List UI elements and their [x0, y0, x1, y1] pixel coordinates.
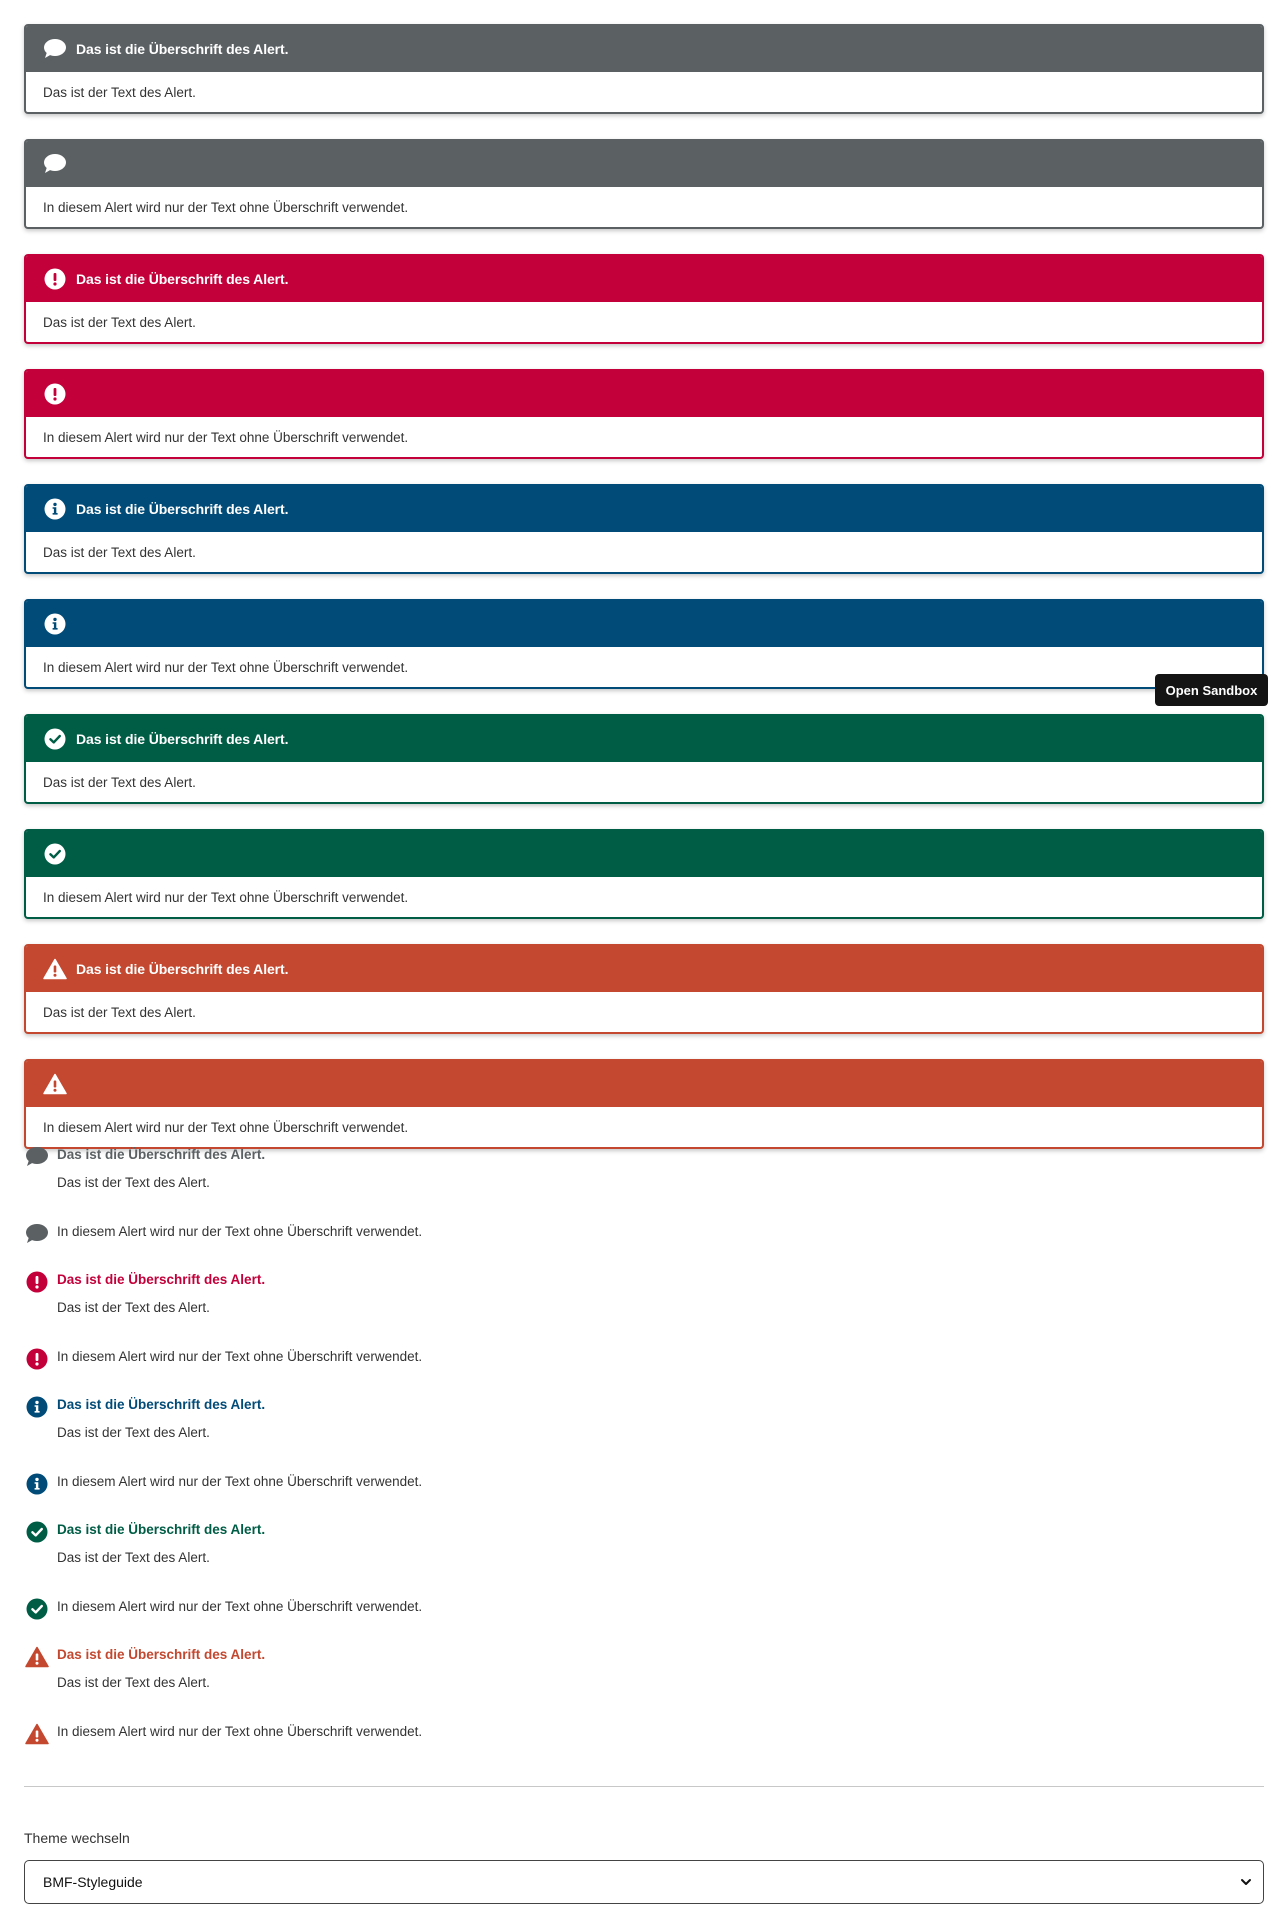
exclamation-circle-icon [42, 381, 68, 407]
warning-triangle-icon [42, 956, 68, 982]
alert-title: Das ist die Überschrift des Alert. [76, 731, 289, 747]
inline-alert-text: Das ist der Text des Alert. [57, 1550, 210, 1565]
alert-info: Das ist die Überschrift des Alert. Das is… [24, 484, 1264, 574]
alert-header: Das ist die Überschrift des Alert. [26, 946, 1262, 992]
info-circle-icon [24, 1471, 50, 1497]
boxed-alert-list: Das ist die Überschrift des Alert. Das is… [24, 24, 1264, 1174]
alert-success: In diesem Alert wird nur der Text ohne Ü… [24, 829, 1264, 919]
alert-neutral: Das ist die Überschrift des Alert. Das is… [24, 24, 1264, 114]
warning-triangle-icon [24, 1721, 50, 1747]
alert-header [26, 601, 1262, 647]
alert-text: In diesem Alert wird nur der Text ohne Ü… [43, 659, 409, 675]
alert-title: Das ist die Überschrift des Alert. [76, 501, 289, 517]
inline-alert-title: Das ist die Überschrift des Alert. [57, 1397, 266, 1412]
inline-alert-text: In diesem Alert wird nur der Text ohne Ü… [57, 1224, 423, 1239]
info-circle-icon [42, 496, 68, 522]
alert-warning: In diesem Alert wird nur der Text ohne Ü… [24, 1059, 1264, 1149]
alert-header [26, 371, 1262, 417]
alert-text: Das ist der Text des Alert. [43, 544, 196, 560]
alert-header [26, 831, 1262, 877]
inline-alert-text: Das ist der Text des Alert. [57, 1675, 210, 1690]
check-circle-icon [24, 1519, 50, 1545]
inline-alert-title: Das ist die Überschrift des Alert. [57, 1647, 266, 1662]
alert-title: Das ist die Überschrift des Alert. [76, 271, 289, 287]
inline-alert-title: Das ist die Überschrift des Alert. [57, 1272, 266, 1287]
exclamation-circle-icon [24, 1346, 50, 1372]
alert-text: Das ist der Text des Alert. [43, 774, 196, 790]
alert-neutral: In diesem Alert wird nur der Text ohne Ü… [24, 139, 1264, 229]
alert-header: Das ist die Überschrift des Alert. [26, 26, 1262, 72]
exclamation-circle-icon [42, 266, 68, 292]
alert-text: In diesem Alert wird nur der Text ohne Ü… [43, 1119, 409, 1135]
inline-alert-text: In diesem Alert wird nur der Text ohne Ü… [57, 1724, 423, 1739]
alert-header: Das ist die Überschrift des Alert. [26, 486, 1262, 532]
exclamation-circle-icon [24, 1269, 50, 1295]
alert-header [26, 141, 1262, 187]
alert-text: In diesem Alert wird nur der Text ohne Ü… [43, 889, 409, 905]
check-circle-icon [24, 1596, 50, 1622]
alert-title: Das ist die Überschrift des Alert. [76, 41, 289, 57]
alert-text: In diesem Alert wird nur der Text ohne Ü… [43, 429, 409, 445]
alert-text: Das ist der Text des Alert. [43, 1004, 196, 1020]
chat-bubble-icon [42, 36, 68, 62]
chat-bubble-icon [42, 151, 68, 177]
alert-text: Das ist der Text des Alert. [43, 314, 196, 330]
alert-title: Das ist die Überschrift des Alert. [76, 961, 289, 977]
theme-select[interactable]: BMF-Styleguide [24, 1860, 1264, 1904]
warning-triangle-icon [24, 1644, 50, 1670]
alert-header [26, 1061, 1262, 1107]
chat-bubble-icon [24, 1221, 50, 1247]
alert-header: Das ist die Überschrift des Alert. [26, 256, 1262, 302]
inline-alert-title: Das ist die Überschrift des Alert. [57, 1147, 266, 1162]
inline-alert-text: Das ist der Text des Alert. [57, 1175, 210, 1190]
alert-text: Das ist der Text des Alert. [43, 84, 196, 100]
chat-bubble-icon [24, 1144, 50, 1170]
alert-header: Das ist die Überschrift des Alert. [26, 716, 1262, 762]
chevron-down-icon [1239, 1875, 1253, 1892]
inline-alert-text: Das ist der Text des Alert. [57, 1300, 210, 1315]
alert-success: Das ist die Überschrift des Alert. Das is… [24, 714, 1264, 804]
divider [24, 1786, 1264, 1787]
alert-error: Das ist die Überschrift des Alert. Das is… [24, 254, 1264, 344]
inline-alert-text: In diesem Alert wird nur der Text ohne Ü… [57, 1599, 423, 1614]
alert-warning: Das ist die Überschrift des Alert. Das is… [24, 944, 1264, 1034]
open-sandbox-tooltip[interactable]: Open Sandbox [1155, 674, 1268, 706]
alert-info: In diesem Alert wird nur der Text ohne Ü… [24, 599, 1264, 689]
inline-alert-text: In diesem Alert wird nur der Text ohne Ü… [57, 1474, 423, 1489]
info-circle-icon [24, 1394, 50, 1420]
check-circle-icon [42, 841, 68, 867]
inline-alert-text: Das ist der Text des Alert. [57, 1425, 210, 1440]
theme-switch-label: Theme wechseln [24, 1830, 130, 1846]
inline-alert-text: In diesem Alert wird nur der Text ohne Ü… [57, 1349, 423, 1364]
check-circle-icon [42, 726, 68, 752]
warning-triangle-icon [42, 1071, 68, 1097]
inline-alert-title: Das ist die Überschrift des Alert. [57, 1522, 266, 1537]
alert-text: In diesem Alert wird nur der Text ohne Ü… [43, 199, 409, 215]
theme-select-value: BMF-Styleguide [43, 1874, 143, 1890]
info-circle-icon [42, 611, 68, 637]
alert-error: In diesem Alert wird nur der Text ohne Ü… [24, 369, 1264, 459]
